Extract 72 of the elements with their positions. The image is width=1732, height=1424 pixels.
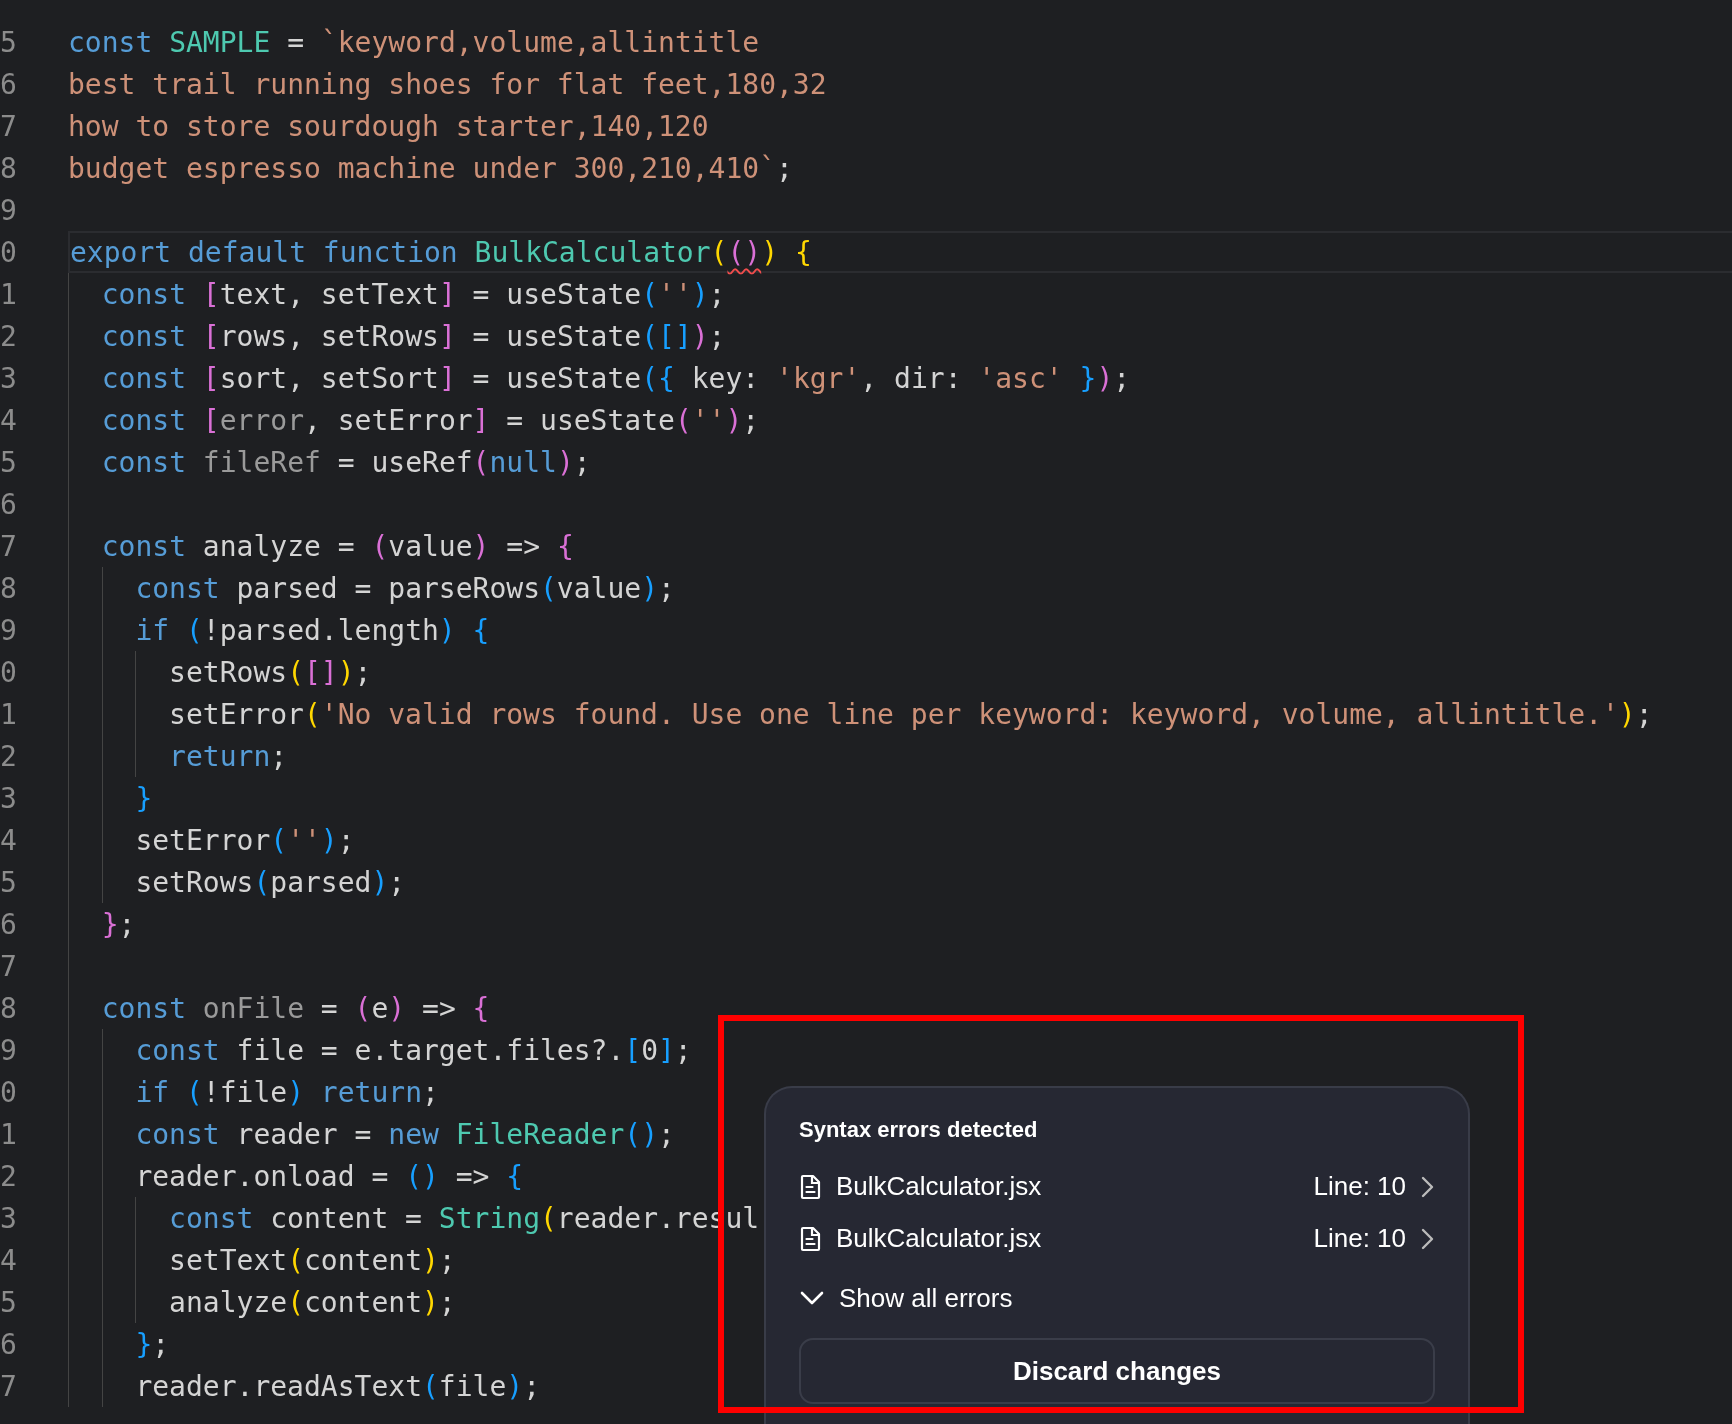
line-number: 9: [0, 613, 18, 647]
line-number: 6: [0, 907, 18, 941]
line-number: 5: [0, 1285, 18, 1319]
line-number: 7: [0, 1369, 18, 1403]
line-number: 3: [0, 361, 18, 395]
code-line: setRows(parsed);: [68, 861, 406, 903]
code-line: const reader = new FileReader();: [68, 1113, 675, 1155]
line-number: 9: [0, 1033, 18, 1067]
line-number: 5: [0, 445, 18, 479]
code-line: if (!file) return;: [68, 1071, 439, 1113]
popup-title: Syntax errors detected: [799, 1117, 1038, 1143]
code-line: return;: [68, 735, 288, 777]
line-number: 1: [0, 1117, 18, 1151]
code-line: const file = e.target.files?.[0];: [68, 1029, 692, 1071]
code-line: setText(content);: [68, 1239, 456, 1281]
code-line: export default function BulkCalculator(()) {: [70, 234, 812, 271]
line-number: 8: [0, 151, 18, 185]
code-line: setError('No valid rows found. Use one line per keyword: keyword, volume, allintitle.');: [68, 693, 1653, 735]
line-number: 2: [0, 319, 18, 353]
line-number: 9: [0, 193, 18, 227]
code-line: };: [68, 903, 136, 945]
code-line: const [error, setError] = useState('');: [68, 399, 760, 441]
code-line: const [rows, setRows] = useState([]);: [68, 315, 726, 357]
code-line: reader.onload = () => {: [68, 1155, 524, 1197]
line-number: 2: [0, 739, 18, 773]
line-number: 0: [0, 235, 18, 269]
line-number: 5: [0, 865, 18, 899]
code-line: analyze(content);: [68, 1281, 456, 1323]
error-item[interactable]: BulkCalculator.jsx Line: 10: [799, 1212, 1435, 1265]
chevron-right-icon: [1420, 1226, 1435, 1251]
line-number: 8: [0, 571, 18, 605]
code-line: how to store sourdough starter,140,120: [68, 108, 709, 145]
chevron-right-icon: [1420, 1174, 1435, 1199]
code-line: if (!parsed.length) {: [68, 609, 490, 651]
line-number: 0: [0, 1075, 18, 1109]
code-line: budget espresso machine under 300,210,410`;: [68, 150, 793, 187]
file-icon: [799, 1173, 822, 1200]
line-number: 6: [0, 487, 18, 521]
file-icon: [799, 1225, 822, 1252]
discard-changes-button[interactable]: Discard changes: [799, 1338, 1435, 1404]
code-line: best trail running shoes for flat feet,180,32: [68, 66, 827, 103]
line-number: 7: [0, 949, 18, 983]
code-line: const fileRef = useRef(null);: [68, 441, 591, 483]
line-number: 5: [0, 25, 18, 59]
code-line: const SAMPLE = `keyword,volume,allintitle: [68, 24, 760, 61]
code-line: const parsed = parseRows(value);: [68, 567, 675, 609]
line-number: 7: [0, 109, 18, 143]
line-number: 7: [0, 529, 18, 563]
code-line: const [text, setText] = useState('');: [68, 273, 726, 315]
line-number: 0: [0, 655, 18, 689]
line-number: 4: [0, 823, 18, 857]
show-all-errors-toggle[interactable]: Show all errors: [799, 1272, 1013, 1324]
line-number: 3: [0, 781, 18, 815]
error-item[interactable]: BulkCalculator.jsx Line: 10: [799, 1161, 1435, 1213]
line-number: 4: [0, 403, 18, 437]
line-number: 6: [0, 67, 18, 101]
code-line: setRows([]);: [68, 651, 372, 693]
code-line: const onFile = (e) => {: [68, 987, 490, 1029]
line-number: 1: [0, 697, 18, 731]
code-line: setError('');: [68, 819, 355, 861]
code-line: }: [68, 777, 153, 819]
line-number: 2: [0, 1159, 18, 1193]
chevron-down-icon: [799, 1290, 825, 1307]
code-line: };: [68, 1323, 170, 1365]
line-number: 6: [0, 1327, 18, 1361]
code-line: const [sort, setSort] = useState({ key: 'kgr', dir: 'asc' });: [68, 357, 1131, 399]
line-number: 8: [0, 991, 18, 1025]
line-number: 4: [0, 1243, 18, 1277]
code-line: const analyze = (value) => {: [68, 525, 574, 567]
line-number: 3: [0, 1201, 18, 1235]
code-line: reader.readAsText(file);: [68, 1365, 540, 1407]
line-number: 1: [0, 277, 18, 311]
